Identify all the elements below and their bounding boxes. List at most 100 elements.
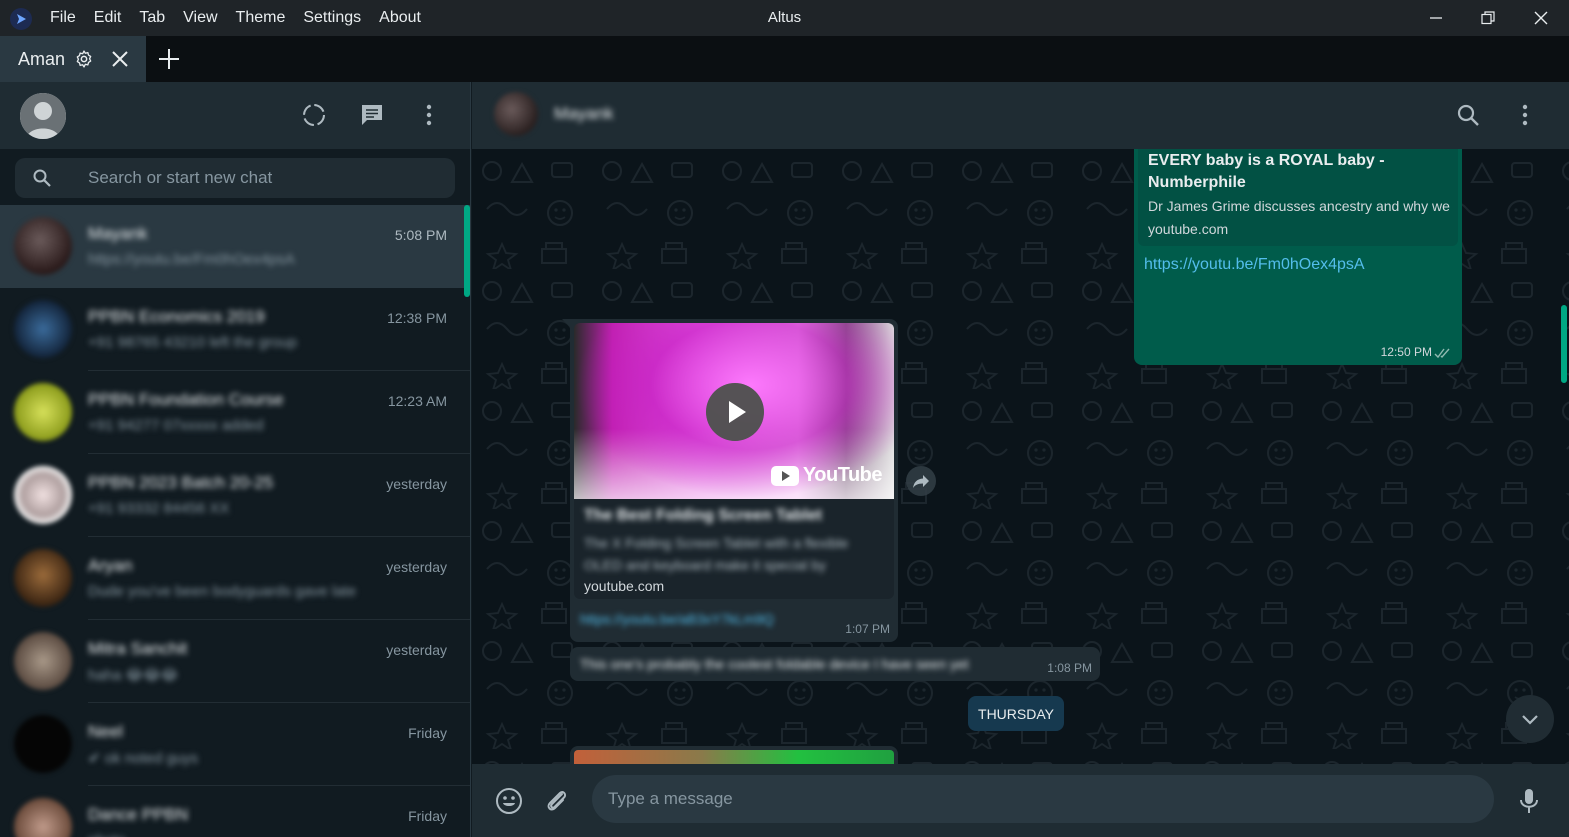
incoming-message[interactable]	[570, 746, 898, 766]
restore-button[interactable]	[1462, 0, 1514, 36]
chat-name: Aryan	[88, 556, 133, 575]
chat-name: Dance PPBN	[88, 805, 189, 824]
chat-preview: ✔ ok noted guys	[88, 750, 199, 767]
minimize-icon	[1430, 17, 1442, 19]
chat-time: yesterday	[386, 476, 447, 492]
chevron-down-icon	[1522, 715, 1538, 725]
chat-time: yesterday	[386, 559, 447, 575]
default-avatar-icon	[20, 93, 66, 139]
avatar[interactable]	[494, 92, 538, 136]
microphone-icon[interactable]	[1514, 786, 1544, 816]
sidebar-scrollbar[interactable]	[464, 205, 470, 297]
menu-theme[interactable]: Theme	[236, 9, 286, 27]
chat-preview: haha 😂😂😂	[88, 667, 179, 684]
menu-tab[interactable]: Tab	[139, 9, 165, 27]
chat-name: PPBN Economics 2019	[88, 307, 265, 326]
link-preview-card[interactable]: EVERY baby is a ROYAL baby - Numberphile…	[1138, 142, 1458, 246]
chat-name: PPBN Foundation Course	[88, 390, 284, 409]
contact-name: Mayank	[554, 104, 614, 123]
close-icon	[1534, 11, 1548, 25]
menu-settings[interactable]: Settings	[303, 9, 361, 27]
close-window-button[interactable]	[1515, 0, 1567, 36]
incoming-message[interactable]: This one's probably the coolest foldable…	[570, 647, 1100, 681]
link-domain: youtube.com	[584, 578, 665, 594]
outgoing-message[interactable]: EVERY baby is a ROYAL baby - Numberphile…	[1134, 142, 1462, 365]
link-preview-card[interactable]: The Best Folding Screen Tablet The X Fol…	[574, 499, 894, 599]
chat-item-1[interactable]: PPBN Economics 2019 +91 98765 43210 left…	[0, 288, 470, 371]
avatar	[14, 549, 72, 607]
conversation-scrollbar[interactable]	[1561, 305, 1567, 383]
link-domain: youtube.com	[1148, 221, 1229, 237]
chat-time: 12:23 AM	[387, 393, 447, 409]
play-icon[interactable]	[706, 383, 764, 441]
avatar	[14, 466, 72, 524]
youtube-logo: YouTube	[770, 464, 883, 487]
sidebar-header	[0, 82, 470, 149]
conversation-panel: Mayank EVERY baby is a ROYAL baby - Numb…	[472, 82, 1569, 837]
message-time: 1:07 PM	[845, 622, 890, 636]
forward-button[interactable]	[906, 466, 936, 496]
add-tab-icon[interactable]	[157, 47, 181, 71]
search-icon	[33, 169, 51, 187]
chat-time: 12:38 PM	[387, 310, 447, 326]
chat-item-3[interactable]: PPBN 2023 Batch 20-25 +91 93332 84456 XX…	[0, 454, 470, 537]
chat-item-0[interactable]: Mayank https://youtu.be/Fm0hOex4psA 5:08…	[0, 205, 470, 288]
emoji-icon[interactable]	[494, 786, 524, 816]
chat-preview: +91 98765 43210 left the group	[88, 334, 297, 351]
new-chat-icon[interactable]	[359, 102, 385, 128]
conversation-header[interactable]: Mayank	[472, 82, 1569, 149]
chat-time: Friday	[408, 725, 447, 741]
message-composer	[472, 764, 1569, 837]
menu-view[interactable]: View	[183, 9, 217, 27]
incoming-message[interactable]: YouTube The Best Folding Screen Tablet T…	[570, 319, 898, 642]
chat-item-7[interactable]: Dance PPBN photo Friday	[0, 786, 470, 837]
avatar	[14, 300, 72, 358]
minimize-button[interactable]	[1410, 0, 1462, 36]
sidebar: Mayank https://youtu.be/Fm0hOex4psA 5:08…	[0, 82, 471, 837]
chat-list: Mayank https://youtu.be/Fm0hOex4psA 5:08…	[0, 205, 470, 837]
menu-bar: File Edit Tab View Theme Settings About	[50, 0, 439, 36]
chat-time: yesterday	[386, 642, 447, 658]
gear-icon[interactable]	[74, 49, 94, 69]
chat-preview: +91 94277 07xxxxx added	[88, 417, 264, 434]
avatar[interactable]	[20, 93, 66, 139]
link-title: The Best Folding Screen Tablet	[584, 507, 822, 524]
menu-dots-icon[interactable]	[416, 102, 442, 128]
link-description: The X Folding Screen Tablet with a flexi…	[584, 535, 849, 551]
title-bar: File Edit Tab View Theme Settings About …	[0, 0, 1569, 36]
chat-name: Mitra Sanchit	[88, 639, 188, 658]
message-time: 12:50 PM	[1380, 345, 1432, 359]
search-input[interactable]	[88, 166, 428, 190]
tab-label: Aman	[18, 48, 66, 69]
attach-icon[interactable]	[542, 786, 572, 816]
link-title: EVERY baby is a ROYAL baby - Numberphile	[1148, 152, 1385, 191]
search-icon[interactable]	[1455, 102, 1481, 128]
close-tab-icon[interactable]	[110, 49, 130, 69]
youtube-play-icon	[770, 465, 799, 486]
message-link[interactable]: https://youtu.be/aB3xY7kLm9Q	[580, 611, 774, 627]
message-input[interactable]	[608, 787, 1468, 811]
chat-item-4[interactable]: Aryan Dude you've been bodyguards gave l…	[0, 537, 470, 620]
status-icon[interactable]	[301, 102, 327, 128]
menu-file[interactable]: File	[50, 9, 76, 27]
chat-time: 5:08 PM	[394, 227, 447, 243]
avatar	[14, 632, 72, 690]
message-text: This one's probably the coolest foldable…	[580, 656, 969, 672]
video-thumbnail[interactable]: YouTube	[574, 323, 894, 499]
avatar	[14, 383, 72, 441]
tab-aman[interactable]: Aman	[0, 36, 146, 82]
tab-bar: Aman	[0, 36, 1569, 82]
menu-about[interactable]: About	[379, 9, 421, 27]
menu-dots-icon[interactable]	[1512, 102, 1538, 128]
message-link[interactable]: https://youtu.be/Fm0hOex4psA	[1144, 256, 1365, 274]
avatar	[14, 715, 72, 773]
chat-preview: Dude you've been bodyguards gave late	[88, 583, 357, 600]
menu-edit[interactable]: Edit	[94, 9, 122, 27]
date-label: THURSDAY	[978, 705, 1054, 722]
scroll-down-button[interactable]	[1506, 695, 1554, 743]
chat-item-2[interactable]: PPBN Foundation Course +91 94277 07xxxxx…	[0, 371, 470, 454]
chat-item-5[interactable]: Mitra Sanchit haha 😂😂😂 yesterday	[0, 620, 470, 703]
message-time: 1:08 PM	[1047, 661, 1092, 675]
avatar	[14, 798, 72, 837]
chat-item-6[interactable]: Neel ✔ ok noted guys Friday	[0, 703, 470, 786]
